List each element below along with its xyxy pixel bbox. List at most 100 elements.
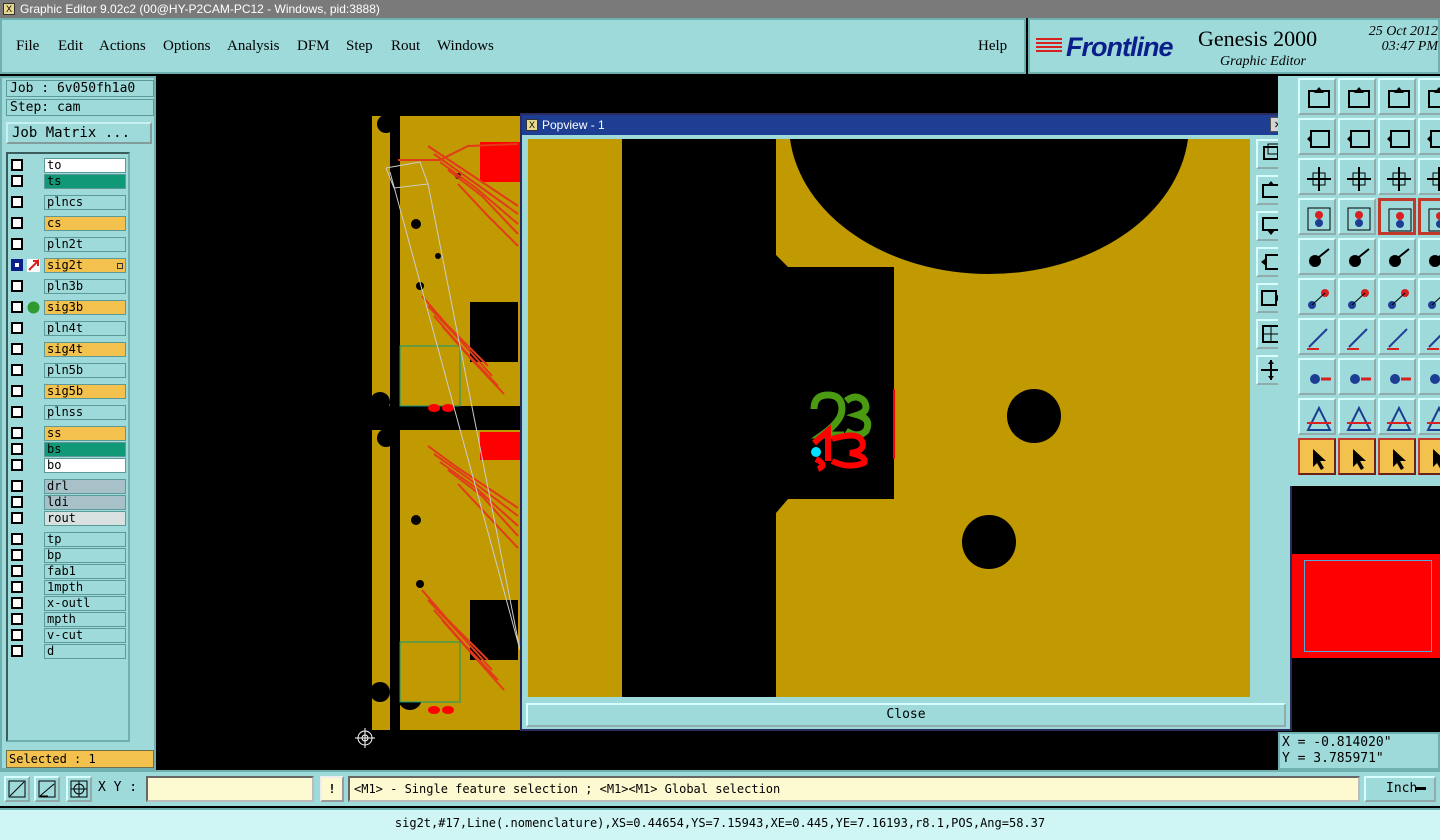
- tool-scale-1-2-icon[interactable]: [1378, 158, 1416, 195]
- menu-help[interactable]: Help: [978, 38, 1007, 55]
- layer-row-pln5b[interactable]: pln5b: [8, 363, 132, 378]
- layer-checkbox[interactable]: [11, 322, 23, 334]
- layer-row-sig3b[interactable]: sig3b: [8, 300, 132, 315]
- tool-measure-red-icon[interactable]: [1378, 198, 1416, 235]
- layer-row-mpth[interactable]: mpth: [8, 612, 132, 627]
- tool-rotate-icon[interactable]: [1378, 318, 1416, 355]
- layer-row-ldi[interactable]: ldi: [8, 495, 132, 510]
- layer-checkbox[interactable]: [11, 496, 23, 508]
- layer-row-pln4t[interactable]: pln4t: [8, 321, 132, 336]
- layer-checkbox[interactable]: [11, 443, 23, 455]
- layer-checkbox[interactable]: [11, 406, 23, 418]
- layer-checkbox[interactable]: [11, 385, 23, 397]
- layer-row-bs[interactable]: bs: [8, 442, 132, 457]
- tool-line-cut-icon[interactable]: [1338, 358, 1376, 395]
- tool-zoom-out-icon[interactable]: [1418, 118, 1440, 155]
- layer-checkbox[interactable]: [11, 533, 23, 545]
- tool-resize-icon[interactable]: [1378, 358, 1416, 395]
- menu-file[interactable]: File: [16, 38, 39, 55]
- tool-add-pad-icon[interactable]: [1298, 278, 1336, 315]
- tool-zoom-in-icon[interactable]: [1378, 118, 1416, 155]
- layer-row-ss[interactable]: ss: [8, 426, 132, 441]
- layer-row-to[interactable]: to: [8, 158, 132, 173]
- xy-input[interactable]: [146, 776, 314, 802]
- menu-rout[interactable]: Rout: [391, 38, 420, 55]
- popview-close-button[interactable]: Close: [526, 703, 1286, 727]
- layer-row-ts[interactable]: ts: [8, 174, 132, 189]
- tool-select-box-icon[interactable]: [1418, 238, 1440, 275]
- tool-select-point-icon[interactable]: [1298, 238, 1336, 275]
- popview-window[interactable]: X Popview - 1 ✕: [520, 113, 1292, 731]
- tool-center-icon[interactable]: [1298, 158, 1336, 195]
- layer-row-plncs[interactable]: plncs: [8, 195, 132, 210]
- popview-title-bar[interactable]: X Popview - 1: [522, 115, 1290, 135]
- layer-checkbox[interactable]: [11, 343, 23, 355]
- tool-move-icon[interactable]: [1338, 158, 1376, 195]
- layer-checkbox[interactable]: [11, 512, 23, 524]
- snap-grid-icon[interactable]: [66, 776, 92, 802]
- layer-row-tp[interactable]: tp: [8, 532, 132, 547]
- layer-row-plnss[interactable]: plnss: [8, 405, 132, 420]
- layer-row-d[interactable]: d: [8, 644, 132, 659]
- layer-row-drl[interactable]: drl: [8, 479, 132, 494]
- tool-mirror-icon[interactable]: [1418, 318, 1440, 355]
- layer-row-cs[interactable]: cs: [8, 216, 132, 231]
- tool-connect-2-icon[interactable]: [1418, 278, 1440, 315]
- tool-delete-icon[interactable]: [1338, 278, 1376, 315]
- layer-checkbox[interactable]: [11, 629, 23, 641]
- tool-triangle-icon[interactable]: [1298, 398, 1336, 435]
- tool-home-icon[interactable]: [1378, 78, 1416, 115]
- layer-row-pln3b[interactable]: pln3b: [8, 279, 132, 294]
- layer-row-bp[interactable]: bp: [8, 548, 132, 563]
- tool-shapes-icon[interactable]: [1418, 358, 1440, 395]
- layer-checkbox[interactable]: [11, 565, 23, 577]
- tool-connect-icon[interactable]: [1378, 278, 1416, 315]
- tool-help-icon[interactable]: [1418, 158, 1440, 195]
- layer-checkbox[interactable]: [11, 645, 23, 657]
- layer-row-sig4t[interactable]: sig4t: [8, 342, 132, 357]
- layer-checkbox[interactable]: [11, 217, 23, 229]
- tool-pointer-2-icon[interactable]: [1378, 438, 1416, 475]
- layer-checkbox[interactable]: [11, 459, 23, 471]
- popview-drawing[interactable]: [528, 139, 1250, 697]
- layer-checkbox[interactable]: [11, 159, 23, 171]
- measure-icon[interactable]: [34, 776, 60, 802]
- layer-checkbox[interactable]: [11, 581, 23, 593]
- popview-canvas[interactable]: [528, 139, 1250, 697]
- tool-triangle-3-icon[interactable]: [1378, 398, 1416, 435]
- layer-row-v-cut[interactable]: v-cut: [8, 628, 132, 643]
- overview-map[interactable]: [1292, 486, 1440, 732]
- layer-row-pln2t[interactable]: pln2t: [8, 237, 132, 252]
- menu-windows[interactable]: Windows: [437, 38, 494, 55]
- tool-pan-right-icon[interactable]: [1338, 118, 1376, 155]
- tool-pointer-icon[interactable]: [1298, 438, 1336, 475]
- tool-grid-icon[interactable]: [1338, 198, 1376, 235]
- layer-checkbox[interactable]: [11, 613, 23, 625]
- menu-options[interactable]: Options: [163, 38, 211, 55]
- tool-ruler-icon[interactable]: [1378, 238, 1416, 275]
- tool-pan-left-icon[interactable]: [1298, 118, 1336, 155]
- menu-analysis[interactable]: Analysis: [227, 38, 280, 55]
- tool-draw-line-icon[interactable]: [1298, 318, 1336, 355]
- tool-fit-view-icon[interactable]: [1418, 78, 1440, 115]
- layer-checkbox[interactable]: [11, 196, 23, 208]
- menu-actions[interactable]: Actions: [99, 38, 146, 55]
- layer-checkbox[interactable]: [11, 259, 23, 271]
- tool-draw-rect-icon[interactable]: [1338, 238, 1376, 275]
- layer-checkbox[interactable]: [11, 549, 23, 561]
- alert-button[interactable]: !: [320, 776, 344, 802]
- layer-checkbox[interactable]: [11, 364, 23, 376]
- job-matrix-button[interactable]: Job Matrix ...: [6, 122, 152, 144]
- layer-checkbox[interactable]: [11, 175, 23, 187]
- layer-row-rout[interactable]: rout: [8, 511, 132, 526]
- tool-pointer-highlight-icon[interactable]: [1338, 438, 1376, 475]
- tool-route-icon[interactable]: [1418, 438, 1440, 475]
- tool-draw-arc-icon[interactable]: [1338, 318, 1376, 355]
- tool-measure-red-2-icon[interactable]: [1418, 198, 1440, 235]
- x-app-icon[interactable]: X: [3, 3, 15, 15]
- layer-checkbox[interactable]: [11, 427, 23, 439]
- menu-edit[interactable]: Edit: [58, 38, 83, 55]
- tool-triangle-4-icon[interactable]: [1418, 398, 1440, 435]
- menu-step[interactable]: Step: [346, 38, 373, 55]
- layer-checkbox[interactable]: [11, 301, 23, 313]
